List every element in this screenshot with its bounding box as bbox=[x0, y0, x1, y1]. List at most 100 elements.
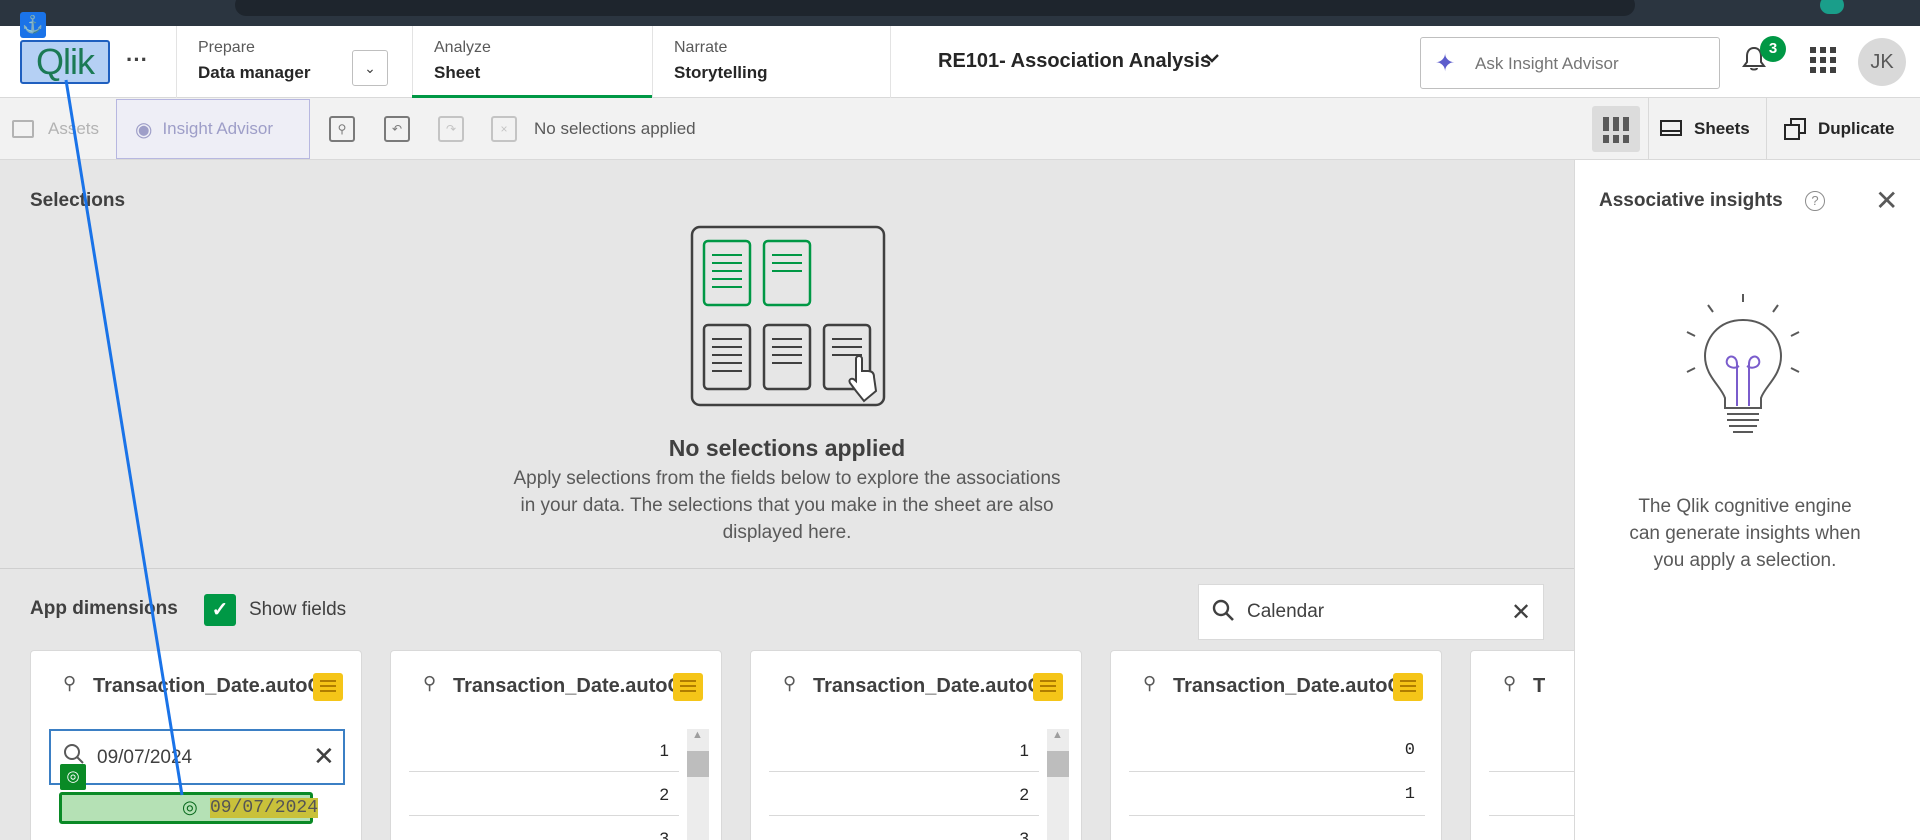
clear-search-icon[interactable]: ✕ bbox=[1511, 598, 1531, 627]
step-forward-icon[interactable]: ↷ bbox=[438, 116, 464, 142]
list-item[interactable]: 2 bbox=[769, 773, 1039, 816]
list-item[interactable]: 1 bbox=[409, 729, 679, 772]
browser-address-bar[interactable] bbox=[235, 0, 1635, 16]
scrollbar-thumb[interactable] bbox=[687, 751, 709, 777]
search-icon bbox=[1211, 598, 1235, 629]
list-item[interactable]: 3 bbox=[409, 817, 679, 840]
sheets-icon bbox=[1660, 120, 1682, 136]
dimension-card[interactable]: ⚲ Transaction_Date.autoCalendar.Date ✕ ◎… bbox=[30, 650, 362, 840]
panel-title: Associative insights bbox=[1599, 190, 1783, 211]
tab-narrate-label: Storytelling bbox=[674, 63, 768, 82]
associative-insights-panel: Associative insights ? ✕ The Qlik cognit… bbox=[1574, 160, 1920, 840]
prepare-dropdown-button[interactable]: ⌄ bbox=[352, 50, 388, 86]
ask-insight-advisor-input[interactable] bbox=[1475, 54, 1705, 74]
dimension-card[interactable]: ⚲ T bbox=[1470, 650, 1590, 840]
card-search-input[interactable] bbox=[97, 747, 297, 769]
show-fields-label[interactable]: Show fields bbox=[249, 599, 346, 621]
step-back-icon[interactable]: ↶ bbox=[384, 116, 410, 142]
no-selections-text: No selections applied bbox=[534, 119, 696, 138]
dimension-card[interactable]: ⚲ Transaction_Date.autoCalendar.Month 1 … bbox=[750, 650, 1082, 840]
card-search-field[interactable]: ✕ bbox=[49, 729, 345, 785]
card-header: ⚲ Transaction_Date.autoCalendar.Day bbox=[391, 651, 721, 721]
dimension-card[interactable]: ⚲ Transaction_Date.autoCalendar.Day 1 2 … bbox=[390, 650, 722, 840]
selections-title: Selections bbox=[30, 190, 126, 211]
sheets-label: Sheets bbox=[1694, 119, 1750, 138]
list-item[interactable]: 2 bbox=[409, 773, 679, 816]
scroll-up-icon[interactable]: ▲ bbox=[692, 729, 703, 741]
highlighted-search-result[interactable]: ◎ 09/07/2024 bbox=[59, 792, 319, 824]
sheet-toolbar: Assets ◉ Insight Advisor ⚲ ↶ ↷ × No sele… bbox=[0, 98, 1920, 160]
selections-view-toggle[interactable] bbox=[1592, 106, 1640, 152]
sheets-button[interactable]: Sheets bbox=[1660, 98, 1750, 160]
nav-divider bbox=[890, 26, 891, 98]
app-title[interactable]: RE101- Association Analysis bbox=[938, 50, 1211, 73]
qlik-logo[interactable]: Qlik bbox=[20, 40, 110, 84]
search-icon[interactable]: ⚲ bbox=[423, 673, 436, 694]
assets-button[interactable]: Assets bbox=[12, 98, 99, 160]
insight-advisor-label: Insight Advisor bbox=[162, 119, 274, 138]
anchor-icon: ⚓ bbox=[20, 12, 46, 38]
empty-state-title: No selections applied bbox=[668, 435, 906, 461]
card-header: ⚲ T bbox=[1471, 651, 1589, 721]
tab-analyze-label: Sheet bbox=[434, 63, 481, 82]
tab-narrate-caption: Narrate bbox=[674, 39, 728, 56]
target-icon: ◎ bbox=[60, 764, 86, 790]
clear-selections-icon[interactable]: × bbox=[491, 116, 517, 142]
target-icon: ◎ bbox=[182, 797, 198, 817]
notification-count-badge: 3 bbox=[1760, 36, 1786, 62]
dimension-search-input[interactable] bbox=[1247, 601, 1487, 623]
user-avatar[interactable]: JK bbox=[1858, 38, 1906, 86]
search-icon[interactable]: ⚲ bbox=[63, 673, 76, 694]
browser-profile-icon[interactable] bbox=[1820, 0, 1844, 14]
list-item[interactable]: 1 bbox=[1129, 773, 1425, 816]
duplicate-label: Duplicate bbox=[1818, 119, 1895, 138]
browser-top-strip bbox=[0, 0, 1920, 26]
dimension-card[interactable]: ⚲ Transaction_Date.autoCalendar.InYTD 0 … bbox=[1110, 650, 1442, 840]
sparkle-icon: ✦ bbox=[1435, 50, 1456, 77]
eye-icon: ◉ bbox=[135, 118, 153, 141]
scrollbar-thumb[interactable] bbox=[1047, 751, 1069, 777]
search-icon[interactable]: ⚲ bbox=[783, 673, 796, 694]
close-icon[interactable]: ✕ bbox=[1875, 184, 1898, 217]
tab-narrate[interactable]: Narrate Storytelling bbox=[652, 26, 890, 98]
toolbar-divider bbox=[1766, 98, 1767, 160]
list-item[interactable]: 1 bbox=[769, 729, 1039, 772]
ask-insight-advisor-box[interactable]: ✦ bbox=[1420, 37, 1720, 89]
selections-main-area: Selections No selections applied Apply s… bbox=[0, 160, 1590, 840]
close-icon[interactable]: ✕ bbox=[313, 741, 335, 772]
top-navigation: Qlik ··· Prepare Data manager ⌄ Analyze … bbox=[0, 26, 1920, 98]
empty-selections-illustration bbox=[690, 225, 886, 407]
smart-search-icon[interactable]: ⚲ bbox=[329, 116, 355, 142]
duplicate-button[interactable]: Duplicate bbox=[1784, 98, 1895, 160]
insight-advisor-button[interactable]: ◉ Insight Advisor bbox=[116, 99, 310, 159]
card-title: Transaction_Date.autoCalendar.Day bbox=[453, 675, 673, 697]
list-item[interactable]: 3 bbox=[769, 817, 1039, 840]
toolbar-divider bbox=[1648, 98, 1649, 160]
list-item[interactable]: 0 bbox=[1129, 729, 1425, 772]
panel-body-text: The Qlik cognitive engine can generate i… bbox=[1629, 496, 1861, 571]
tab-analyze[interactable]: Analyze Sheet bbox=[412, 26, 652, 98]
app-title-chevron-icon[interactable] bbox=[1202, 48, 1222, 74]
search-icon[interactable]: ⚲ bbox=[1143, 673, 1156, 694]
panel-icon bbox=[12, 120, 34, 138]
search-result-value: 09/07/2024 bbox=[210, 798, 319, 818]
show-fields-checkbox[interactable]: ✓ bbox=[204, 594, 236, 626]
calendar-field-icon bbox=[1033, 673, 1063, 701]
search-icon[interactable]: ⚲ bbox=[1503, 673, 1516, 694]
lightbulb-icon bbox=[1686, 294, 1800, 433]
more-menu-button[interactable]: ··· bbox=[122, 48, 152, 78]
card-title: Transaction_Date.autoCalendar.Month bbox=[813, 675, 1033, 697]
qlik-logo-text: Qlik bbox=[36, 41, 95, 82]
help-icon[interactable]: ? bbox=[1805, 191, 1825, 211]
section-divider bbox=[0, 568, 1574, 569]
dimension-search-box[interactable]: ✕ bbox=[1198, 584, 1544, 640]
scrollbar[interactable] bbox=[1047, 729, 1069, 840]
scrollbar[interactable] bbox=[687, 729, 709, 840]
calendar-field-icon bbox=[313, 673, 343, 701]
app-dimensions-title: App dimensions bbox=[30, 598, 178, 619]
apps-grid-icon[interactable] bbox=[1810, 47, 1836, 73]
card-title: Transaction_Date.autoCalendar.InYTD bbox=[1173, 675, 1393, 697]
card-title: T bbox=[1533, 675, 1546, 697]
duplicate-icon bbox=[1784, 118, 1806, 140]
scroll-up-icon[interactable]: ▲ bbox=[1052, 729, 1063, 741]
